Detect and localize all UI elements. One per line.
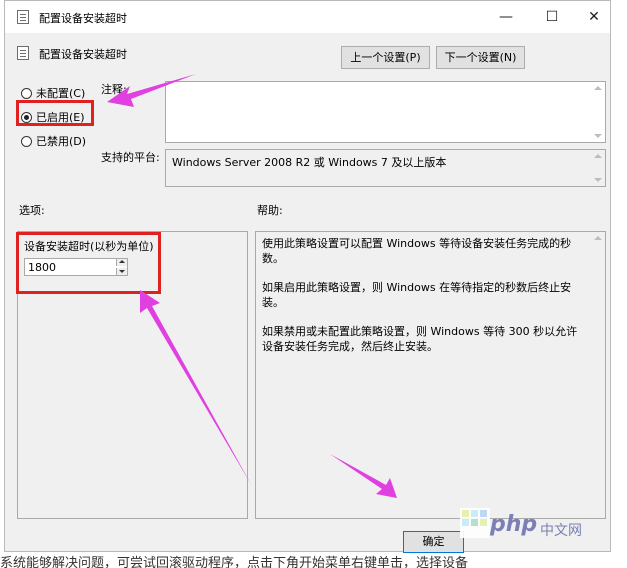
tile — [471, 510, 478, 517]
arrow-to-enabled — [107, 74, 196, 107]
arrow-to-ok — [330, 454, 397, 498]
annotation-arrows — [107, 74, 397, 498]
tile — [462, 519, 469, 526]
php-logo-text: php — [490, 512, 538, 537]
article-caption: 系统能够解决问题，可尝试回滚驱动程序，点击下角开始菜单右键单击，选择设备 — [0, 556, 469, 568]
watermark-tiles — [460, 508, 490, 538]
arrow-to-timeout — [140, 290, 252, 486]
php-logo-site: 中文网 — [540, 523, 582, 539]
tile — [471, 519, 478, 526]
tile — [462, 510, 469, 517]
tile — [480, 510, 487, 517]
tile — [480, 519, 487, 526]
